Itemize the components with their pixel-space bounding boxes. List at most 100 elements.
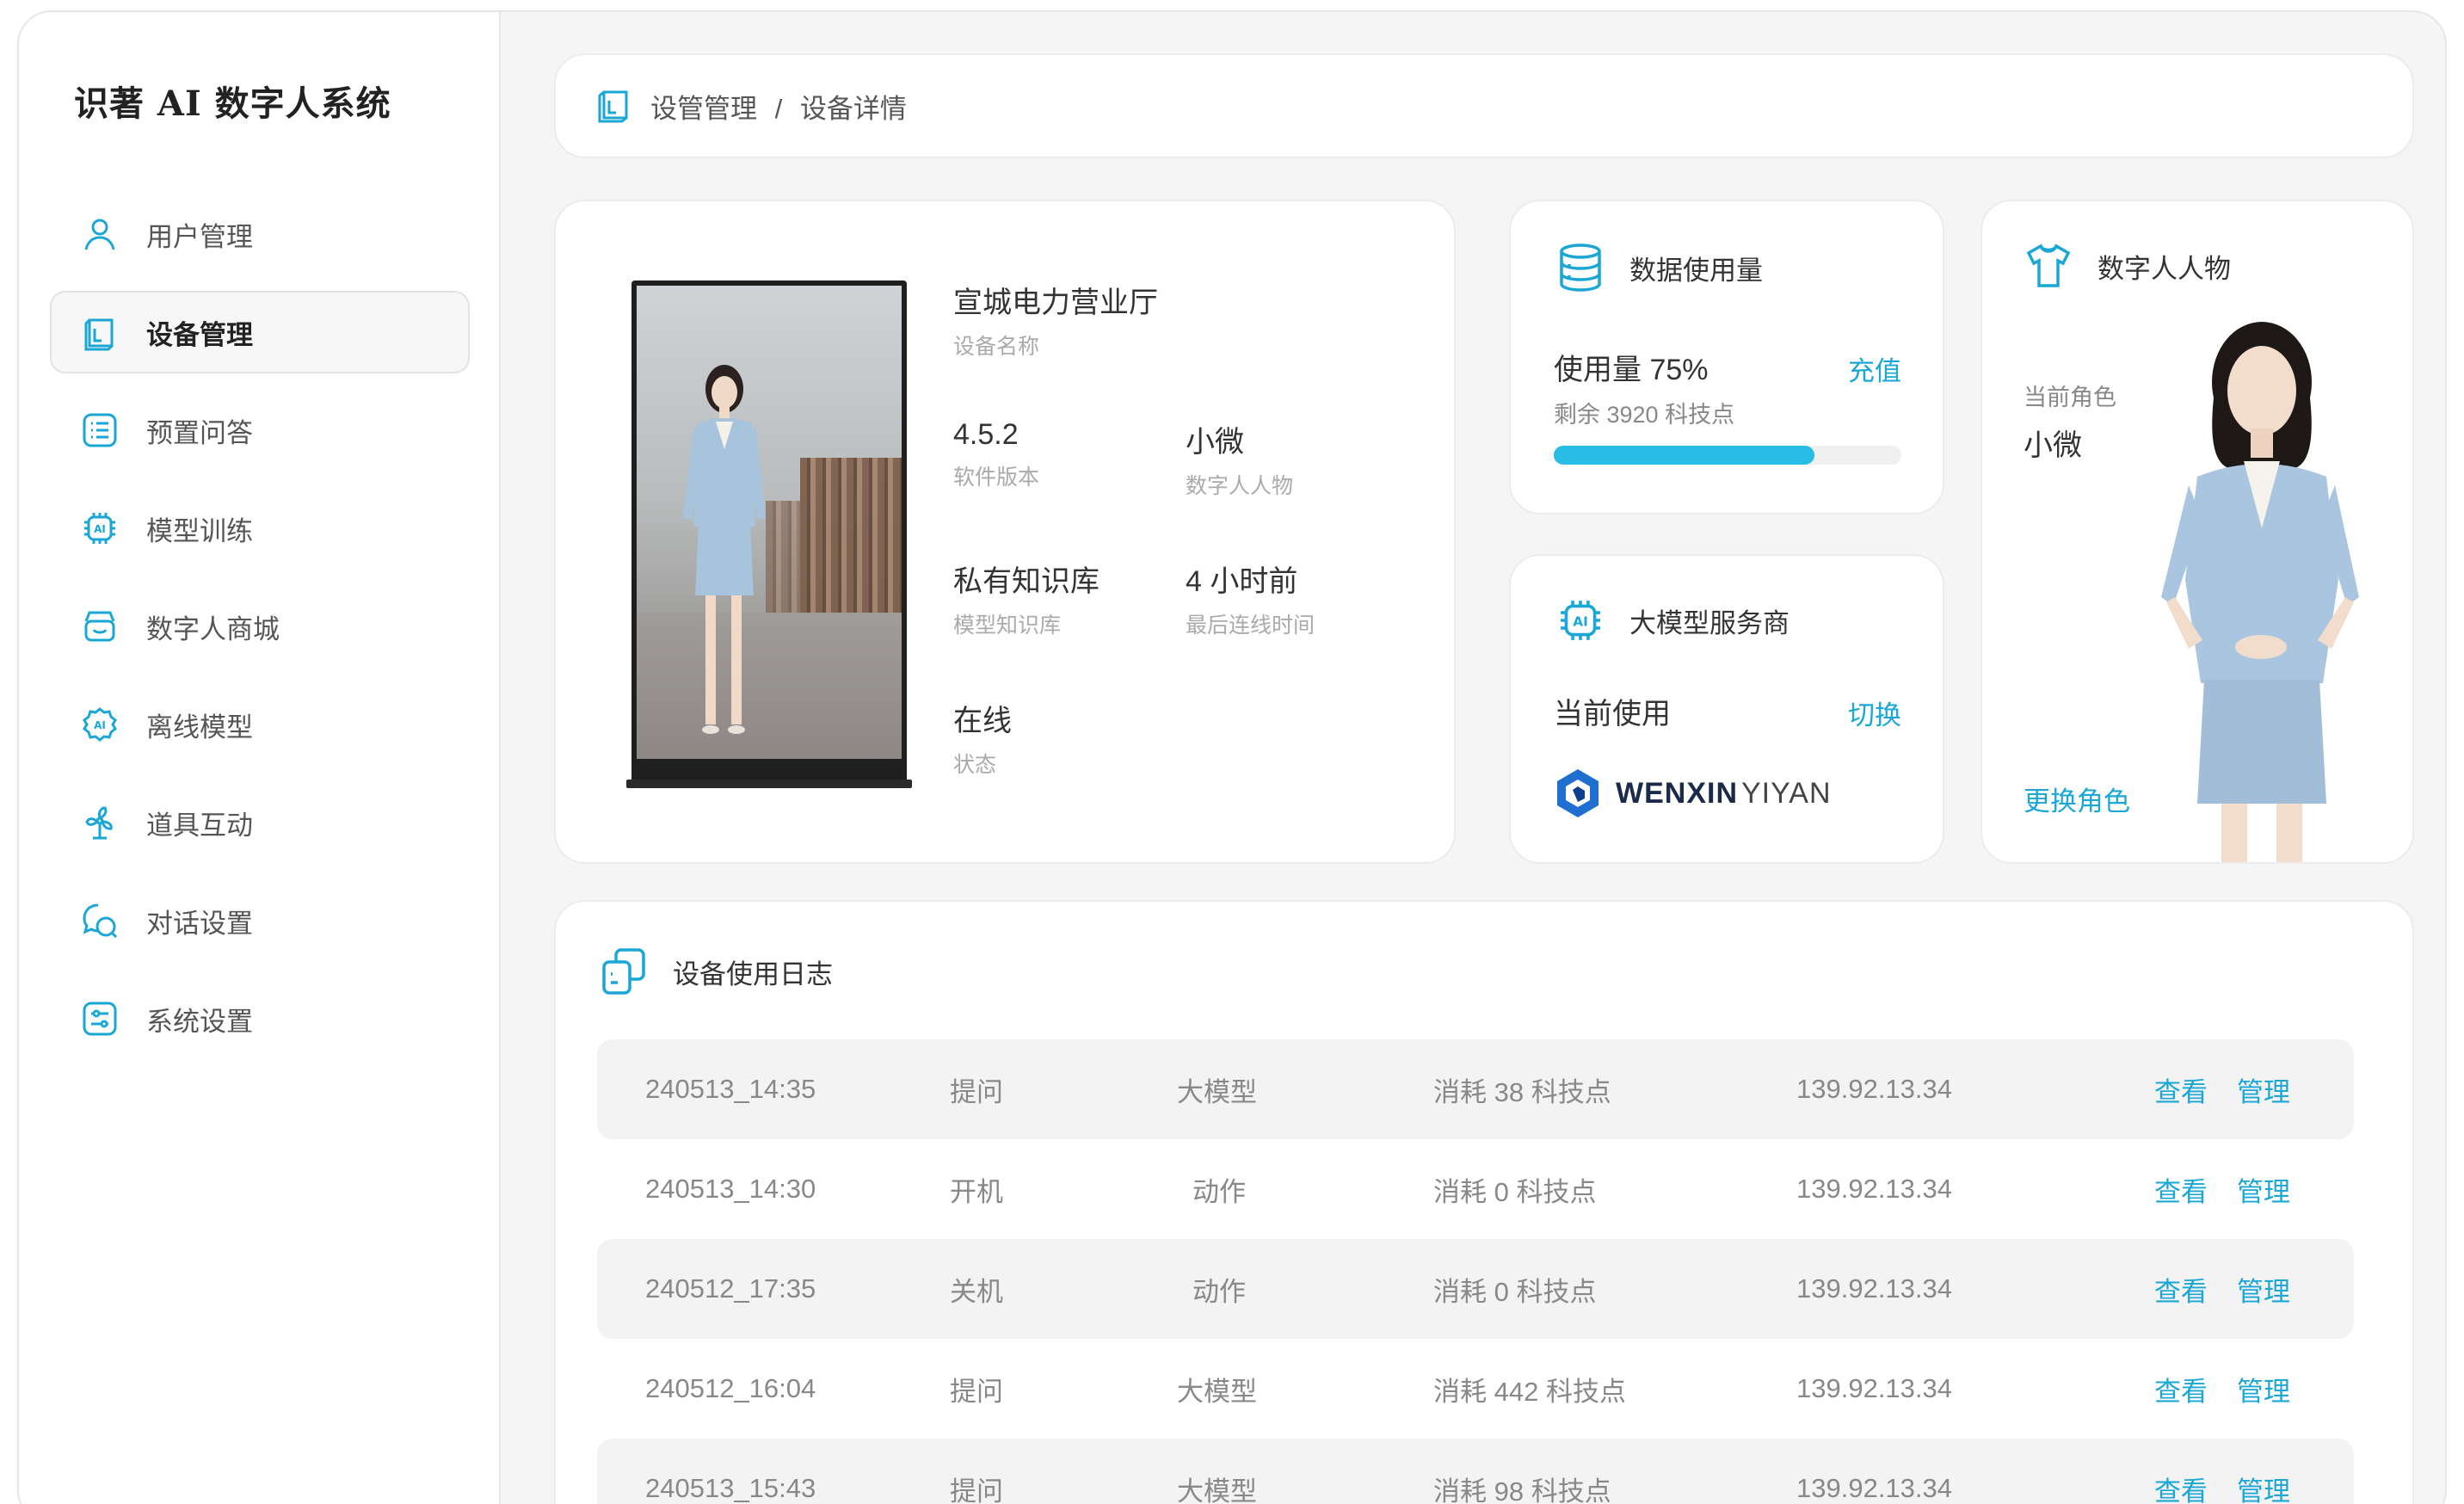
table-row: 240512_17:35 关机 动作 消耗 0 科技点 139.92.13.34… <box>597 1239 2354 1339</box>
sidebar-item-preset-qa[interactable]: 预置问答 <box>50 389 470 472</box>
sidebar-item-store[interactable]: 数字人商城 <box>50 585 470 668</box>
svg-text:AI: AI <box>94 523 106 535</box>
view-button[interactable]: 查看 <box>2154 1270 2208 1309</box>
log-source: 动作 <box>1192 1176 1246 1207</box>
status-value: 在线 <box>953 705 1012 737</box>
log-source: 大模型 <box>1177 1376 1257 1407</box>
software-version-label: 软件版本 <box>953 465 1040 490</box>
provider-logo: WENXIN YIYAN <box>1554 767 1832 819</box>
view-button[interactable]: 查看 <box>2154 1370 2208 1408</box>
device-name-label: 设备名称 <box>953 335 1040 359</box>
recharge-button[interactable]: 充值 <box>1848 349 1901 388</box>
sidebar-item-label: 系统设置 <box>146 1006 253 1037</box>
device-name-field: 宣城电力营业厅 设备名称 <box>953 279 1158 361</box>
log-icon <box>599 946 649 996</box>
ai-chip-icon: AI <box>79 508 120 549</box>
last-online: 4 小时前 <box>1186 565 1298 598</box>
breadcrumb-section[interactable]: 设管管理 <box>650 94 757 124</box>
view-button[interactable]: 查看 <box>2154 1470 2208 1504</box>
sidebar-item-label: 用户管理 <box>146 221 253 252</box>
log-cost: 消耗 0 科技点 <box>1433 1176 1597 1207</box>
sidebar-item-model-training[interactable]: AI 模型训练 <box>50 487 470 570</box>
table-row: 240513_14:30 开机 动作 消耗 0 科技点 139.92.13.34… <box>597 1139 2354 1239</box>
current-provider-label: 当前使用 <box>1554 698 1671 730</box>
chat-icon <box>79 900 120 941</box>
sidebar-item-label: 数字人商城 <box>146 613 280 644</box>
ai-chip-icon: AI <box>1555 595 1605 645</box>
data-usage-card: 数据使用量 使用量 75% 充值 剩余 3920 科技点 <box>1509 200 1944 515</box>
settings-icon <box>79 998 120 1039</box>
persona-name: 小微 <box>1186 426 1244 459</box>
log-time: 240512_16:04 <box>645 1373 816 1403</box>
sidebar-item-props[interactable]: 道具互动 <box>50 781 470 864</box>
sidebar-nav: 用户管理 设备管理 预置问答 AI 模型训练 数字人商城 AI 离线模型 道具互… <box>50 193 470 1076</box>
manage-button[interactable]: 管理 <box>2237 1470 2290 1504</box>
persona-title: 数字人人物 <box>2097 253 2231 284</box>
remaining-points: 剩余 3920 科技点 <box>1554 402 1735 428</box>
device-log-title: 设备使用日志 <box>673 958 833 989</box>
persona-label: 数字人人物 <box>1186 474 1294 498</box>
list-icon <box>79 410 120 451</box>
persona-field: 小微 数字人人物 <box>1186 418 1293 500</box>
log-ip: 139.92.13.34 <box>1796 1373 1953 1403</box>
sidebar-item-label: 模型训练 <box>146 515 253 546</box>
log-time: 240512_17:35 <box>645 1273 816 1304</box>
sidebar-item-devices[interactable]: 设备管理 <box>50 291 470 373</box>
manage-button[interactable]: 管理 <box>2237 1370 2290 1408</box>
log-ip: 139.92.13.34 <box>1796 1473 1953 1503</box>
manage-button[interactable]: 管理 <box>2237 1170 2290 1209</box>
sidebar-item-label: 道具互动 <box>146 810 253 841</box>
model-provider-header: AI 大模型服务商 <box>1555 595 1789 645</box>
log-ip: 139.92.13.34 <box>1796 1174 1953 1204</box>
device-log-card: 设备使用日志 240513_14:35 提问 大模型 消耗 38 科技点 139… <box>554 900 2414 1504</box>
database-icon <box>1555 243 1605 293</box>
sidebar-item-label: 设备管理 <box>146 319 253 350</box>
log-table: 240513_14:35 提问 大模型 消耗 38 科技点 139.92.13.… <box>597 1039 2354 1504</box>
log-time: 240513_15:43 <box>645 1473 816 1503</box>
log-type: 关机 <box>950 1276 1003 1307</box>
log-time: 240513_14:35 <box>645 1074 816 1104</box>
table-row: 240513_14:35 提问 大模型 消耗 38 科技点 139.92.13.… <box>597 1039 2354 1139</box>
log-source: 大模型 <box>1177 1476 1257 1504</box>
app-window: 识著 AI 数字人系统 用户管理 设备管理 预置问答 AI 模型训练 数字人商城… <box>17 10 2447 1504</box>
current-role-value: 小微 <box>2024 429 2082 462</box>
manage-button[interactable]: 管理 <box>2237 1070 2290 1109</box>
current-role-label: 当前角色 <box>2024 385 2116 410</box>
device-name: 宣城电力营业厅 <box>953 287 1158 319</box>
status-field: 在线 状态 <box>953 697 1012 779</box>
knowledge-base-field: 私有知识库 模型知识库 <box>953 558 1100 639</box>
sidebar-item-dialog-settings[interactable]: 对话设置 <box>50 879 470 962</box>
sidebar-item-system-settings[interactable]: 系统设置 <box>50 977 470 1060</box>
table-row: 240512_16:04 提问 大模型 消耗 442 科技点 139.92.13… <box>597 1339 2354 1439</box>
model-provider-card: AI 大模型服务商 当前使用 切换 WENXIN YIYAN <box>1509 554 1944 864</box>
view-button[interactable]: 查看 <box>2154 1070 2208 1109</box>
manage-button[interactable]: 管理 <box>2237 1270 2290 1309</box>
sidebar-item-label: 对话设置 <box>146 908 253 939</box>
device-icon <box>79 311 120 353</box>
change-role-button[interactable]: 更换角色 <box>2024 780 2130 818</box>
model-provider-title: 大模型服务商 <box>1629 607 1789 638</box>
svg-text:AI: AI <box>94 719 106 731</box>
knowledge-base-label: 模型知识库 <box>953 613 1062 638</box>
breadcrumb: 设管管理 / 设备详情 <box>650 87 907 126</box>
fan-icon <box>79 802 120 843</box>
log-cost: 消耗 38 科技点 <box>1433 1076 1611 1107</box>
log-cost: 消耗 98 科技点 <box>1433 1476 1611 1504</box>
sidebar-item-label: 预置问答 <box>146 417 253 448</box>
sidebar-item-offline-model[interactable]: AI 离线模型 <box>50 683 470 766</box>
usage-percent-text: 使用量 75% <box>1554 354 1709 386</box>
view-button[interactable]: 查看 <box>2154 1170 2208 1209</box>
log-source: 大模型 <box>1177 1076 1257 1107</box>
usage-progress-track <box>1554 446 1901 465</box>
switch-provider-button[interactable]: 切换 <box>1848 693 1901 732</box>
data-usage-header: 数据使用量 <box>1555 243 1763 293</box>
provider-brand-bold: WENXIN <box>1616 776 1738 810</box>
knowledge-base: 私有知识库 <box>953 565 1100 598</box>
persona-avatar-image <box>2161 322 2359 862</box>
sidebar-item-users[interactable]: 用户管理 <box>50 193 470 275</box>
persona-card: 数字人人物 当前角色 小微 更换角色 <box>1980 200 2414 864</box>
breadcrumb-separator: / <box>774 93 783 124</box>
sidebar: 识著 AI 数字人系统 用户管理 设备管理 预置问答 AI 模型训练 数字人商城… <box>19 12 501 1504</box>
log-type: 提问 <box>950 1476 1003 1504</box>
user-icon <box>79 213 120 255</box>
